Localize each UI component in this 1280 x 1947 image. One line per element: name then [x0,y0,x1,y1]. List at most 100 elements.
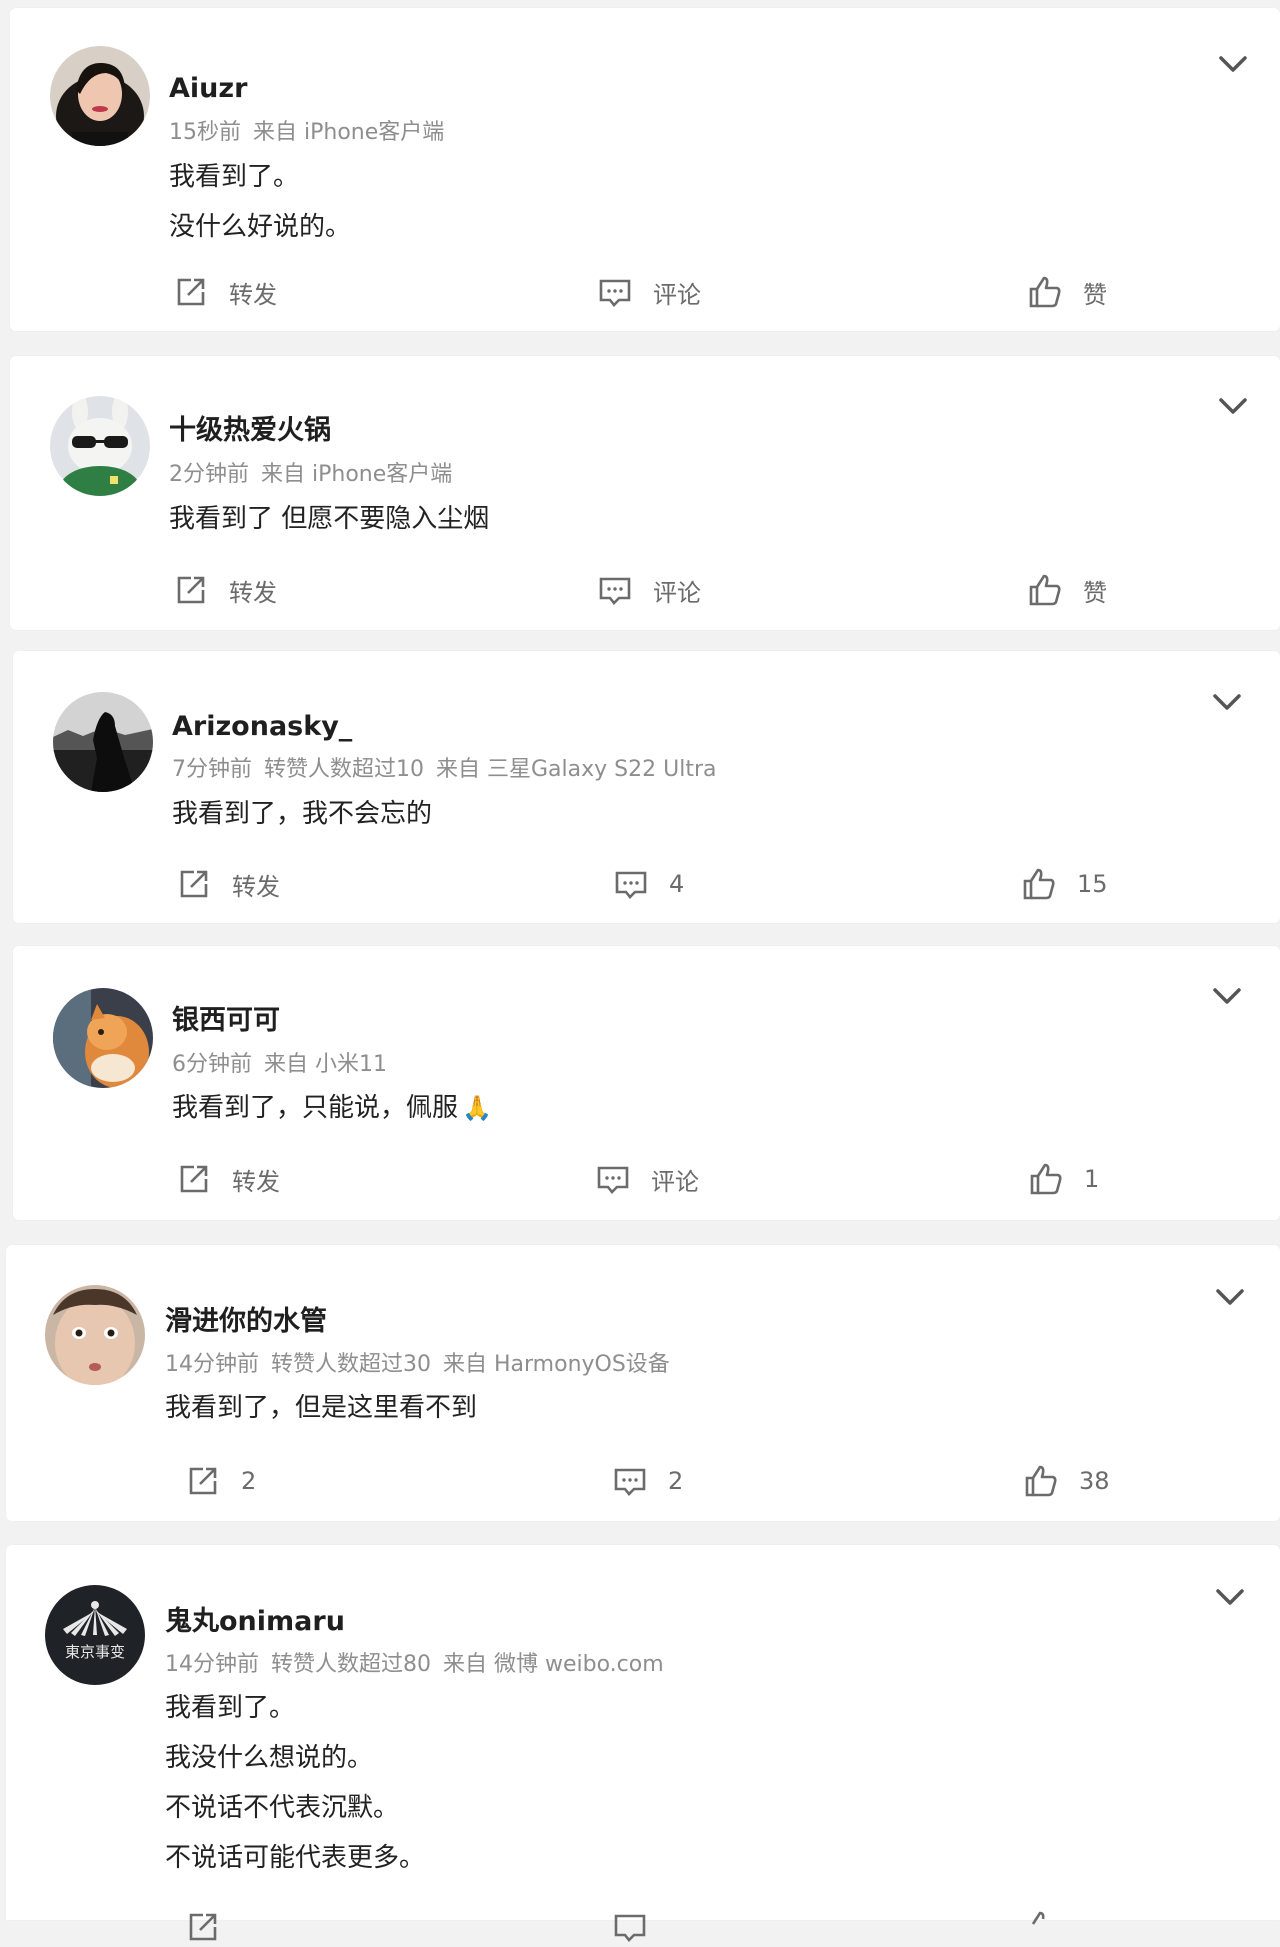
avatar[interactable] [53,692,153,792]
username[interactable]: 银西可可 [172,1004,280,1038]
post-text-line: 我没什么想说的。 [165,1743,374,1773]
post-time[interactable]: 6分钟前 [172,1052,252,1077]
repost-label: 转发 [229,578,277,607]
post-text-line: 我看到了，但是这里看不到 [165,1393,478,1423]
username[interactable]: 滑进你的水管 [165,1305,327,1339]
like-button[interactable]: 1 [1028,1159,1099,1199]
avatar-logo-text: 東京事变 [65,1643,125,1661]
thumbs-up-icon [1029,574,1061,606]
comment-button[interactable]: 4 [613,864,684,904]
post-time[interactable]: 7分钟前 [172,757,252,782]
comment-label: 评论 [651,1167,699,1196]
comment-icon [614,1914,646,1942]
avatar[interactable]: 東京事变 [45,1585,145,1685]
comment-icon [597,1166,629,1194]
repost-button[interactable]: 转发 [176,1159,280,1199]
comment-label: 评论 [653,280,701,309]
post-source: 来自 微博 weibo.com [443,1652,664,1677]
comment-label: 评论 [653,578,701,607]
comment-button[interactable]: 评论 [597,570,701,610]
chevron-down-icon[interactable] [1217,52,1249,76]
comment-button[interactable]: 评论 [597,272,701,312]
post-popularity: 转赞人数超过80 [271,1652,431,1677]
post-text-line: 我看到了 但愿不要隐入尘烟 [169,504,490,534]
post-meta: 7分钟前 转赞人数超过10 来自 三星Galaxy S22 Ultra [172,755,716,785]
like-count: 38 [1079,1467,1110,1495]
chevron-down-icon[interactable] [1211,690,1243,714]
post-card: Aiuzr 15秒前 来自 iPhone客户端 我看到了。 没什么好说的。 转发 … [10,8,1280,331]
thumbs-up-icon [1029,276,1061,308]
avatar[interactable] [50,396,150,496]
post-text-line: 我看到了，我不会忘的 [172,799,433,829]
post-text-line: 不说话可能代表更多。 [165,1843,426,1873]
like-button[interactable]: 赞 [1027,272,1107,312]
like-button[interactable]: 15 [1021,864,1108,904]
chevron-down-icon[interactable] [1214,1585,1246,1609]
like-button[interactable] [1023,1907,1059,1947]
emoji-praying-hands: 🙏 [462,1094,492,1122]
username[interactable]: Arizonasky_ [172,710,352,744]
repost-label: 转发 [229,280,277,309]
post-popularity: 转赞人数超过10 [264,757,424,782]
repost-button[interactable]: 转发 [176,864,280,904]
like-label: 赞 [1083,578,1107,607]
post-card: 滑进你的水管 14分钟前 转赞人数超过30 来自 HarmonyOS设备 我看到了，… [6,1245,1280,1521]
post-source: 来自 小米11 [264,1052,387,1077]
avatar[interactable] [53,988,153,1088]
comment-icon [599,279,631,307]
thumbs-up-icon [1031,1911,1045,1925]
like-count: 1 [1084,1165,1100,1193]
post-card: 银西可可 6分钟前 来自 小米11 我看到了，只能说，佩服 🙏 转发 评论 1 [13,946,1280,1220]
thumbs-up-icon [1023,868,1055,900]
repost-button[interactable]: 2 [185,1461,256,1501]
repost-icon [189,1913,217,1941]
repost-button[interactable] [185,1907,221,1947]
post-text-line: 不说话不代表沉默。 [165,1793,400,1823]
repost-icon [180,1165,208,1193]
like-count: 15 [1077,870,1108,898]
avatar[interactable] [50,46,150,146]
like-button[interactable]: 38 [1023,1461,1110,1501]
comment-icon [599,577,631,605]
username[interactable]: 鬼丸onimaru [165,1605,345,1639]
post-time[interactable]: 14分钟前 [165,1352,259,1377]
repost-icon [189,1467,217,1495]
post-text-line: 我看到了，只能说，佩服 🙏 [172,1091,492,1125]
comment-icon [615,871,647,899]
repost-button[interactable]: 转发 [173,272,277,312]
like-label: 赞 [1083,280,1107,309]
thumbs-up-icon [1030,1163,1062,1195]
post-text: 我看到了，只能说，佩服 [172,1093,459,1123]
comment-count: 4 [669,870,685,898]
comment-icon [614,1468,646,1496]
username[interactable]: Aiuzr [169,72,247,106]
repost-icon [180,870,208,898]
post-source: 来自 iPhone客户端 [253,120,445,145]
comment-count: 2 [668,1467,684,1495]
repost-label: 转发 [232,872,280,901]
repost-button[interactable]: 转发 [173,570,277,610]
repost-icon [177,278,205,306]
post-popularity: 转赞人数超过30 [271,1352,431,1377]
repost-label: 转发 [232,1167,280,1196]
post-time[interactable]: 14分钟前 [165,1652,259,1677]
post-card: 東京事变 鬼丸onimaru 14分钟前 转赞人数超过80 来自 微博 weibo.… [6,1545,1280,1942]
avatar[interactable] [45,1285,145,1385]
post-source: 来自 iPhone客户端 [261,462,453,487]
post-meta: 15秒前 来自 iPhone客户端 [169,118,444,148]
comment-button[interactable]: 评论 [595,1159,699,1199]
post-time[interactable]: 2分钟前 [169,462,249,487]
thumbs-up-icon [1025,1465,1057,1497]
repost-icon [177,576,205,604]
chevron-down-icon[interactable] [1211,984,1243,1008]
chevron-down-icon[interactable] [1217,394,1249,418]
post-meta: 14分钟前 转赞人数超过80 来自 微博 weibo.com [165,1650,664,1680]
comment-button[interactable]: 2 [612,1461,683,1501]
username[interactable]: 十级热爱火锅 [169,414,331,448]
chevron-down-icon[interactable] [1214,1285,1246,1309]
comment-button[interactable] [612,1907,648,1947]
post-time[interactable]: 15秒前 [169,120,241,145]
post-source: 来自 HarmonyOS设备 [443,1352,670,1377]
like-button[interactable]: 赞 [1027,570,1107,610]
post-meta: 6分钟前 来自 小米11 [172,1050,387,1080]
